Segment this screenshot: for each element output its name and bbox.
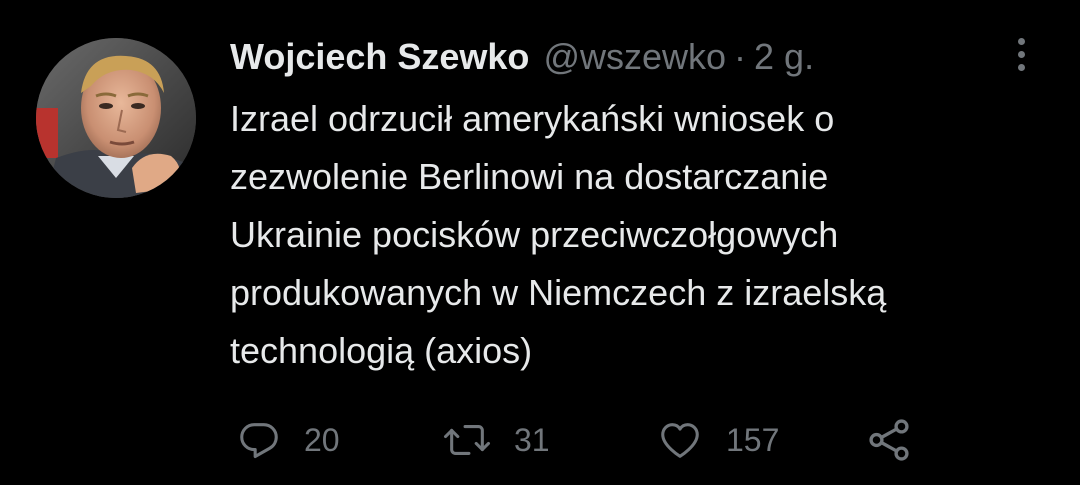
tweet[interactable]: Wojciech Szewko @wszewko · 2 g. Izrael o… — [0, 0, 1080, 485]
timestamp[interactable]: 2 g. — [754, 36, 814, 78]
retweet-button[interactable]: 31 — [442, 410, 550, 470]
reply-count: 20 — [304, 421, 340, 458]
avatar[interactable] — [36, 38, 196, 198]
separator-dot: · — [734, 36, 747, 77]
retweet-icon — [442, 417, 492, 463]
tweet-header: Wojciech Szewko @wszewko · 2 g. — [230, 34, 814, 80]
tweet-text: Izrael odrzucił amerykański wniosek o ze… — [230, 98, 887, 371]
retweet-count: 31 — [514, 421, 550, 458]
display-name[interactable]: Wojciech Szewko — [230, 36, 529, 78]
share-icon — [864, 415, 914, 465]
share-button[interactable] — [864, 410, 914, 470]
like-count: 157 — [726, 421, 780, 458]
user-handle[interactable]: @wszewko — [543, 36, 726, 78]
like-button[interactable]: 157 — [656, 410, 779, 470]
more-vertical-icon[interactable] — [1004, 34, 1038, 74]
reply-icon — [236, 417, 282, 463]
heart-icon — [656, 417, 704, 463]
profile-photo — [36, 38, 196, 198]
tweet-actions: 20 31 157 — [0, 410, 1080, 470]
reply-button[interactable]: 20 — [236, 410, 340, 470]
